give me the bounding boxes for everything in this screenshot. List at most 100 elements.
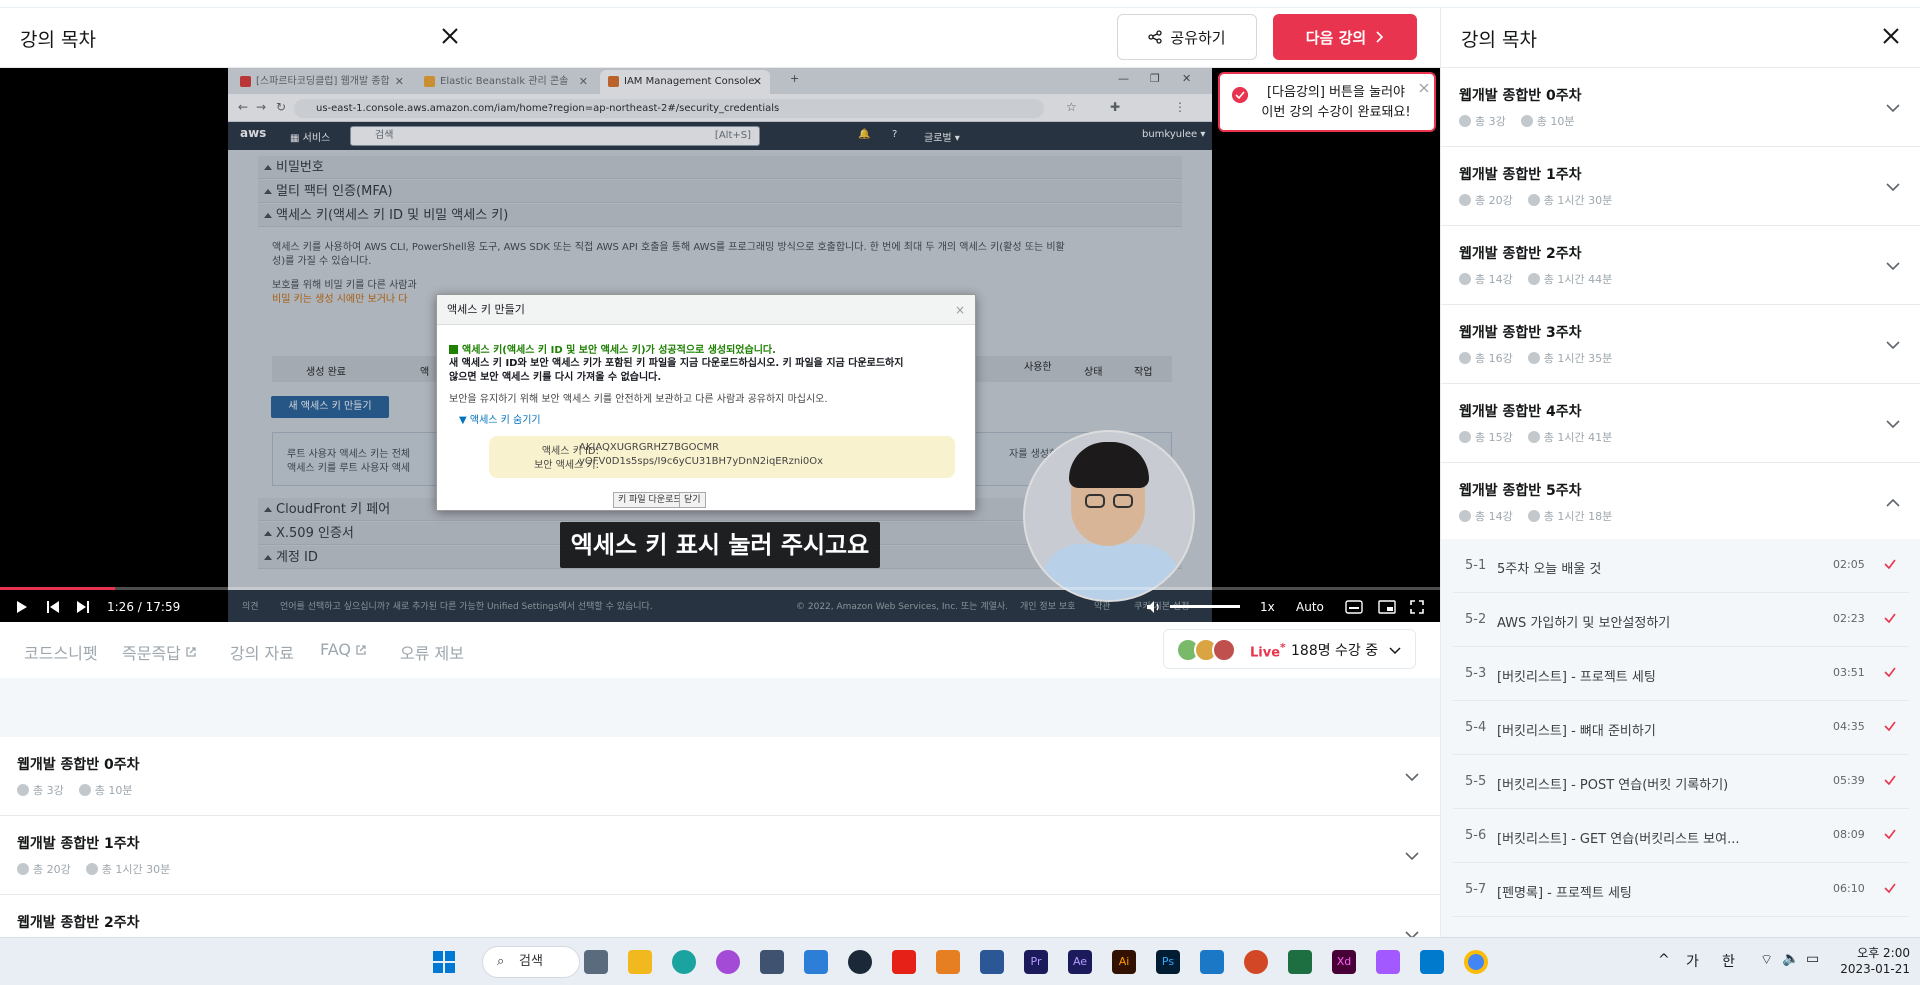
modal-title: 액세스 키 만들기 × xyxy=(437,295,975,325)
speaker-icon[interactable]: 🔈 xyxy=(1782,951,1799,967)
illustrator-icon[interactable]: Ai xyxy=(1112,950,1136,974)
edge-icon[interactable] xyxy=(672,950,696,974)
youtube-icon[interactable] xyxy=(892,950,916,974)
top-border xyxy=(0,0,1920,8)
powerpoint-icon[interactable] xyxy=(1244,950,1268,974)
lesson-item[interactable]: 5-2 AWS 가입하기 및 보안설정하기 02:23 xyxy=(1453,593,1909,647)
toast-text: [다음강의] 버튼을 눌러야 이번 강의 수강이 완료돼요! xyxy=(1261,85,1411,120)
clock-icon xyxy=(1527,194,1540,206)
clock-icon xyxy=(1527,510,1540,522)
toc-panel-title: 강의 목차 xyxy=(1461,29,1537,51)
instructor-webcam xyxy=(1023,430,1195,602)
search-icon: ⌕ xyxy=(497,954,505,969)
chevron-down-icon xyxy=(1886,420,1900,429)
close-icon[interactable] xyxy=(1879,24,1903,48)
chevron-right-icon xyxy=(1376,31,1384,43)
tab-error-report[interactable]: 오류 제보 xyxy=(400,640,464,664)
tray-chevron-up-icon[interactable]: ^ xyxy=(1658,952,1670,968)
lesson-item[interactable]: 5-1 5주차 오늘 배울 것 02:05 xyxy=(1453,539,1909,593)
chevron-down-icon xyxy=(1886,262,1900,271)
toc-title: 강의 목차 xyxy=(20,29,96,51)
modal-close-button: 닫기 xyxy=(679,492,706,508)
week-accordion-0[interactable]: 웹개발 종합반 0주차 총 3강 총 10분 xyxy=(0,737,1440,816)
fullscreen-icon[interactable] xyxy=(1410,600,1424,614)
live-badge: Live* xyxy=(1250,641,1286,661)
lesson-item[interactable]: 5-5 [버킷리스트] - POST 연습(버킷 기록하기) 05:39 xyxy=(1453,755,1909,809)
quality-select[interactable]: Auto xyxy=(1296,600,1324,614)
content-spacer xyxy=(0,678,1440,737)
clock-icon xyxy=(1527,273,1540,285)
lesson-item[interactable]: 5-3 [버킷리스트] - 프로젝트 세팅 03:51 xyxy=(1453,647,1909,701)
taskbar-clock[interactable]: 오후 2:00 2023-01-21 xyxy=(1820,945,1910,977)
premiere-icon[interactable]: Pr xyxy=(1024,950,1048,974)
close-icon[interactable] xyxy=(436,22,464,50)
captions-icon[interactable] xyxy=(1345,600,1363,614)
chevron-down-icon xyxy=(1886,104,1900,113)
chrome-icon[interactable] xyxy=(1464,950,1488,974)
play-circle-icon xyxy=(1459,352,1471,364)
toc-week-4[interactable]: 웹개발 종합반 4주차 총 15강 총 1시간 41분 xyxy=(1441,384,1920,463)
battery-icon[interactable]: ▭ xyxy=(1806,951,1819,967)
taskbar-search[interactable]: ⌕ 검색 xyxy=(482,946,580,978)
chevron-down-icon xyxy=(1405,852,1419,861)
volume-icon[interactable] xyxy=(1146,599,1162,615)
lesson-item[interactable]: 5-7 [펜명록] - 프로젝트 세팅 06:10 xyxy=(1453,863,1909,917)
tab-code-snippet[interactable]: 코드스니펫 xyxy=(24,640,98,664)
photoshop-icon[interactable]: Ps xyxy=(1156,950,1180,974)
lesson-item[interactable]: 5-6 [버킷리스트] - GET 연습(버킷리스트 보여... 08:09 xyxy=(1453,809,1909,863)
file-explorer-icon[interactable] xyxy=(628,950,652,974)
live-viewers-dropdown[interactable]: Live* 188명 수강 중 xyxy=(1163,629,1416,669)
vscode-icon[interactable] xyxy=(1420,950,1444,974)
tab-qna[interactable]: 즉문즉답 xyxy=(122,640,197,664)
task-view-icon[interactable] xyxy=(584,950,608,974)
week-accordion-1[interactable]: 웹개발 종합반 1주차 총 20강 총 1시간 30분 xyxy=(0,816,1440,895)
windows-start-icon[interactable] xyxy=(432,950,456,974)
next-label: 다음 강의 xyxy=(1305,28,1367,47)
toc-panel-header: 강의 목차 xyxy=(1441,8,1920,68)
share-button[interactable]: 공유하기 xyxy=(1117,14,1257,60)
progress-fill xyxy=(0,587,115,590)
calculator-icon[interactable] xyxy=(760,950,784,974)
player-controls: 1:26 / 17:59 1x Auto xyxy=(0,592,1440,622)
check-icon xyxy=(1884,829,1896,840)
ime-language[interactable]: 한 xyxy=(1722,951,1735,971)
toc-week-2[interactable]: 웹개발 종합반 2주차 총 14강 총 1시간 44분 xyxy=(1441,226,1920,305)
close-icon[interactable] xyxy=(1418,82,1430,94)
tab-materials[interactable]: 강의 자료 xyxy=(230,640,294,664)
volume-slider[interactable] xyxy=(1170,605,1240,608)
wifi-icon[interactable]: ⌔ xyxy=(1760,951,1773,969)
playback-speed[interactable]: 1x xyxy=(1260,600,1275,614)
play-circle-icon xyxy=(17,863,29,875)
notepad-icon[interactable] xyxy=(804,950,828,974)
toc-week-1[interactable]: 웹개발 종합반 1주차 총 20강 총 1시간 30분 xyxy=(1441,147,1920,226)
download-key-file-button: 키 파일 다운로드 xyxy=(613,492,687,508)
steam-icon[interactable] xyxy=(848,950,872,974)
toc-week-0[interactable]: 웹개발 종합반 0주차 총 3강 총 10분 xyxy=(1441,68,1920,147)
excel-icon[interactable] xyxy=(1288,950,1312,974)
ime-mode[interactable]: 가 xyxy=(1686,951,1699,971)
tab-faq[interactable]: FAQ xyxy=(320,640,367,659)
lesson-item[interactable]: 5-4 [버킷리스트] - 뼈대 준비하기 04:35 xyxy=(1453,701,1909,755)
video-progress-bar[interactable] xyxy=(0,587,1440,590)
hangul-icon[interactable] xyxy=(1200,950,1224,974)
figma-icon[interactable] xyxy=(1376,950,1400,974)
external-link-icon xyxy=(356,644,366,655)
sublime-icon[interactable] xyxy=(936,950,960,974)
after-effects-icon[interactable]: Ae xyxy=(1068,950,1092,974)
chevron-up-icon xyxy=(1886,498,1900,507)
skip-forward-icon[interactable] xyxy=(76,600,90,614)
toc-week-5[interactable]: 웹개발 종합반 5주차 총 14강 총 1시간 18분 xyxy=(1441,463,1920,542)
live-viewer-count: 188명 수강 중 xyxy=(1291,643,1379,659)
time-display: 1:26 / 17:59 xyxy=(107,600,181,614)
next-lecture-button[interactable]: 다음 강의 xyxy=(1273,14,1417,60)
toc-week-3[interactable]: 웹개발 종합반 3주차 총 16강 총 1시간 35분 xyxy=(1441,305,1920,384)
pip-icon[interactable] xyxy=(1378,600,1396,614)
xd-icon[interactable]: Xd xyxy=(1332,950,1356,974)
clock-icon xyxy=(1520,115,1533,127)
browser-icon[interactable] xyxy=(716,950,740,974)
video-player[interactable]: [스파르타코딩클럽] 웹개발 종합 ✕ Elastic Beanstalk 관리 … xyxy=(0,68,1440,622)
play-icon[interactable] xyxy=(16,600,28,614)
week-accordion-2[interactable]: 웹개발 종합반 2주차 xyxy=(0,895,1440,940)
app-icon[interactable] xyxy=(980,950,1004,974)
skip-back-icon[interactable] xyxy=(46,600,60,614)
